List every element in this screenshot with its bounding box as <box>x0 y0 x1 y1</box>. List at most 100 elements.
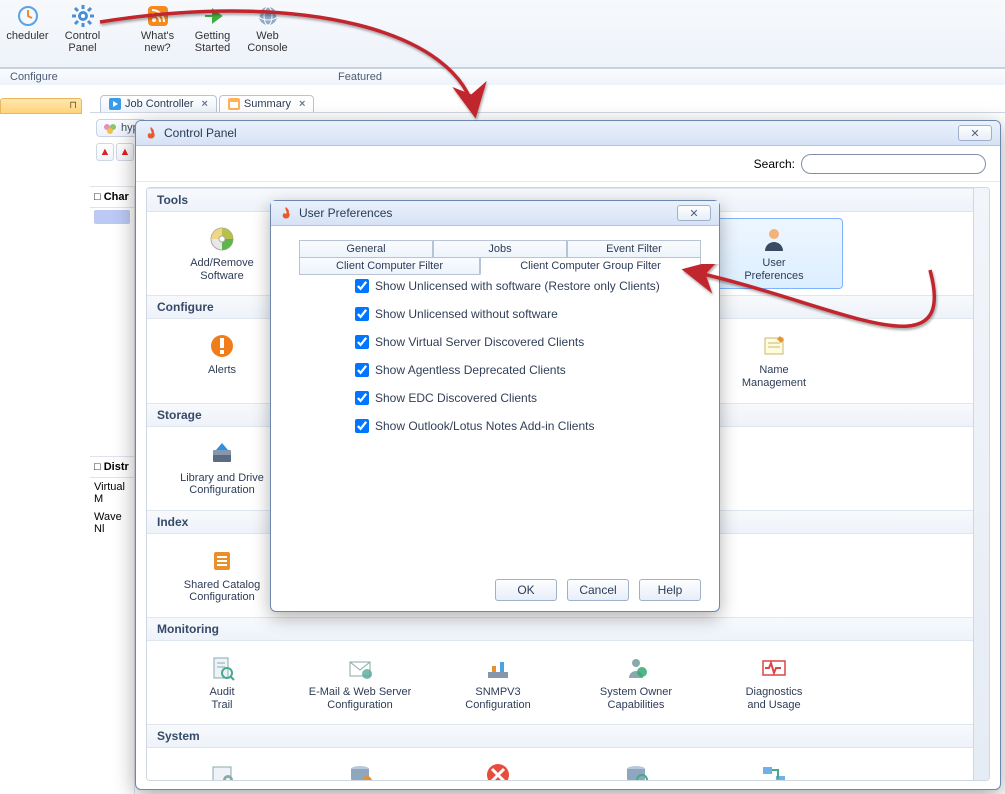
checkbox-option-0[interactable]: Show Unlicensed with software (Restore o… <box>355 279 709 293</box>
tab-event-filter[interactable]: Event Filter <box>567 240 701 257</box>
disc-icon <box>207 225 237 253</box>
checkbox-option-2[interactable]: Show Virtual Server Discovered Clients <box>355 335 709 349</box>
toolbar-pdf2-icon[interactable]: ▲ <box>116 143 134 161</box>
user-icon <box>759 225 789 253</box>
checkbox-option-3[interactable]: Show Agentless Deprecated Clients <box>355 363 709 377</box>
search-input[interactable] <box>801 154 986 174</box>
checkbox-label: Show EDC Discovered Clients <box>375 391 537 405</box>
tool-snmpv3-configuration[interactable]: SNMPV3Configuration <box>429 647 567 718</box>
checkbox-input[interactable] <box>355 363 369 377</box>
tool-job-management[interactable]: JobManagement <box>153 754 291 781</box>
user-preferences-close-button[interactable]: ✕ <box>677 205 711 221</box>
pin-icon: ⊓ <box>69 100 77 111</box>
control-panel-titlebar[interactable]: Control Panel ✕ <box>136 121 1000 146</box>
ribbon-label: cheduler <box>6 30 48 42</box>
help-button[interactable]: Help <box>639 579 701 601</box>
user-preferences-dialog: User Preferences ✕ General Jobs Event Fi… <box>270 200 720 612</box>
checkbox-input[interactable] <box>355 335 369 349</box>
tool-dr-backup-settings[interactable]: DR BackupSettings <box>291 754 429 781</box>
tool-diagnostics-and-usage[interactable]: Diagnosticsand Usage <box>705 647 843 718</box>
toolbar-pdf-icon[interactable]: ▲ <box>96 143 114 161</box>
tool-troubleshooting-settings[interactable]: TroubleshootingSettings <box>429 754 567 781</box>
group-distr[interactable]: □ Distr <box>90 456 134 478</box>
ribbon-web-console[interactable]: WebConsole <box>240 0 295 67</box>
checkbox-label: Show Outlook/Lotus Notes Add-in Clients <box>375 419 594 433</box>
diag-icon <box>759 654 789 682</box>
ribbon-group-labels: Configure Featured <box>0 68 1005 85</box>
section-body: JobManagementDR BackupSettingsTroublesho… <box>147 748 973 781</box>
cell-virtual[interactable]: Virtual M <box>90 478 134 508</box>
checkbox-label: Show Agentless Deprecated Clients <box>375 363 566 377</box>
checkbox-option-1[interactable]: Show Unlicensed without software <box>355 307 709 321</box>
checkbox-option-4[interactable]: Show EDC Discovered Clients <box>355 391 709 405</box>
snmp-icon <box>483 654 513 682</box>
section-monitoring: Monitoring <box>147 617 973 641</box>
checkbox-input[interactable] <box>355 391 369 405</box>
user-preferences-titlebar[interactable]: User Preferences ✕ <box>271 201 719 226</box>
tool-data-interface-pairs[interactable]: Data InterfacePairs <box>705 754 843 781</box>
tab-job-controller[interactable]: Job Controller× <box>100 95 217 112</box>
checkbox-input[interactable] <box>355 419 369 433</box>
tool-label: E-Mail & Web ServerConfiguration <box>309 686 412 711</box>
control-panel-close-button[interactable]: ✕ <box>958 125 992 141</box>
mail-icon <box>345 654 375 682</box>
user-preferences-body: Show Unlicensed with software (Restore o… <box>281 271 709 567</box>
tab-summary[interactable]: Summary× <box>219 95 315 112</box>
checkbox-label: Show Virtual Server Discovered Clients <box>375 335 584 349</box>
flame-icon <box>144 126 158 140</box>
tool-audit-trail[interactable]: AuditTrail <box>153 647 291 718</box>
arrow-right-icon <box>201 4 225 28</box>
side-collapsed-tab[interactable]: ⊓ <box>0 98 82 114</box>
tab-jobs[interactable]: Jobs <box>433 240 567 257</box>
tool-label: Alerts <box>208 364 236 377</box>
play-icon <box>109 98 121 110</box>
tool-label: Add/RemoveSoftware <box>190 257 254 282</box>
user-preferences-buttons: OK Cancel Help <box>495 579 701 601</box>
tool-label: Library and DriveConfiguration <box>180 472 264 497</box>
ribbon: cheduler ControlPanel What'snew? Getting… <box>0 0 1005 68</box>
volume-icon <box>621 761 651 781</box>
ribbon-group-featured: Featured <box>0 69 1005 85</box>
tool-name-management[interactable]: NameManagement <box>705 325 843 396</box>
note-icon <box>759 332 789 360</box>
tool-label: NameManagement <box>742 364 806 389</box>
tab-close-icon[interactable]: × <box>299 98 305 110</box>
ok-button[interactable]: OK <box>495 579 557 601</box>
tool-user-preferences[interactable]: UserPreferences <box>705 218 843 289</box>
window-icon <box>228 98 240 110</box>
rss-icon <box>146 4 170 28</box>
cancel-button[interactable]: Cancel <box>567 579 629 601</box>
checkbox-input[interactable] <box>355 307 369 321</box>
tool-system-owner-capabilities[interactable]: System OwnerCapabilities <box>567 647 705 718</box>
tool-label: SNMPV3Configuration <box>465 686 530 711</box>
tab-general[interactable]: General <box>299 240 433 257</box>
ribbon-getting-started[interactable]: GettingStarted <box>185 0 240 67</box>
pairs-icon <box>759 761 789 781</box>
control-panel-search-row: Search: <box>136 146 1000 182</box>
ribbon-control-panel[interactable]: ControlPanel <box>55 0 110 67</box>
ribbon-scheduler[interactable]: cheduler <box>0 0 55 67</box>
scrollbar[interactable] <box>973 188 989 780</box>
alert-icon <box>207 332 237 360</box>
blue-bar <box>94 210 130 224</box>
drive-icon <box>207 440 237 468</box>
tab-close-icon[interactable]: × <box>201 98 207 110</box>
ribbon-label: Control <box>65 30 100 42</box>
user-preferences-title: User Preferences <box>299 206 392 220</box>
tool-volume-explorer[interactable]: VolumeExplorer... <box>567 754 705 781</box>
audit-icon <box>207 654 237 682</box>
cell-wave[interactable]: Wave Nl <box>90 508 134 538</box>
checkbox-label: Show Unlicensed with software (Restore o… <box>375 279 660 293</box>
tool-e-mail-web-server-configuration[interactable]: E-Mail & Web ServerConfiguration <box>291 647 429 718</box>
group-char[interactable]: □ Char <box>90 186 134 208</box>
doc-tab-bar: Job Controller× Summary× <box>90 91 1005 113</box>
ribbon-whats-new[interactable]: What'snew? <box>130 0 185 67</box>
flame-icon <box>279 206 293 220</box>
tool-label: System OwnerCapabilities <box>600 686 672 711</box>
tool-label: Shared CatalogConfiguration <box>184 579 260 604</box>
cluster-icon <box>103 121 117 135</box>
checkbox-input[interactable] <box>355 279 369 293</box>
left-strip: □ Char □ Distr Virtual M Wave Nl <box>90 186 135 794</box>
checkbox-option-5[interactable]: Show Outlook/Lotus Notes Add-in Clients <box>355 419 709 433</box>
search-label: Search: <box>754 157 795 171</box>
